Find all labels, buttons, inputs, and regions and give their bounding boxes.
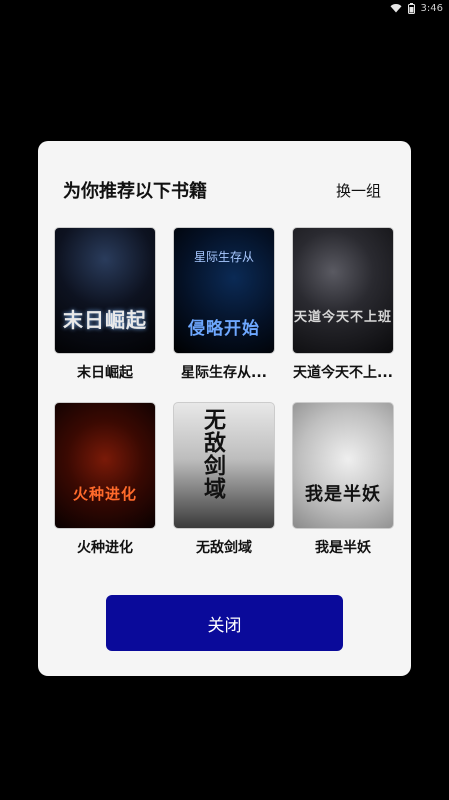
status-time: 3:46 (420, 2, 443, 14)
cover-subtitle: 星际生存从 (193, 250, 254, 264)
book-title: 天道今天不上... (293, 365, 393, 381)
book-card[interactable]: 无敌剑域 无敌剑域 (173, 402, 275, 557)
book-title: 我是半妖 (315, 540, 371, 556)
book-cover[interactable]: 火种进化 (54, 402, 156, 529)
book-cover[interactable]: 我是半妖 (292, 402, 394, 529)
cover-title: 天道今天不上班 (293, 310, 392, 325)
book-grid: 末日崛起 末日崛起 星际生存从 侵略开始 星际生存从... 天道今天不上班 天道… (54, 227, 394, 557)
book-title: 末日崛起 (77, 365, 133, 381)
book-cover[interactable]: 无敌剑域 (173, 402, 275, 529)
book-title: 星际生存从... (181, 365, 267, 381)
cover-title: 无敌剑域 (200, 408, 225, 500)
book-cover[interactable]: 末日崛起 (54, 227, 156, 354)
book-card[interactable]: 火种进化 火种进化 (54, 402, 156, 557)
cover-title: 我是半妖 (305, 484, 381, 505)
dialog-header: 为你推荐以下书籍 换一组 (63, 177, 381, 203)
wifi-icon (390, 3, 402, 13)
cover-title: 火种进化 (72, 485, 137, 503)
recommendation-dialog: 为你推荐以下书籍 换一组 末日崛起 末日崛起 星际生存从 侵略开始 星际生存从.… (38, 141, 411, 676)
cover-title: 侵略开始 (188, 319, 260, 339)
battery-icon (407, 2, 415, 14)
book-title: 火种进化 (77, 540, 133, 556)
book-card[interactable]: 我是半妖 我是半妖 (292, 402, 394, 557)
book-title: 无敌剑域 (196, 540, 252, 556)
refresh-button[interactable]: 换一组 (336, 180, 381, 201)
dialog-title: 为你推荐以下书籍 (63, 181, 207, 202)
book-card[interactable]: 末日崛起 末日崛起 (54, 227, 156, 382)
book-cover[interactable]: 星际生存从 侵略开始 (173, 227, 275, 354)
book-card[interactable]: 天道今天不上班 天道今天不上... (292, 227, 394, 382)
book-card[interactable]: 星际生存从 侵略开始 星际生存从... (173, 227, 275, 382)
status-bar: 3:46 (0, 0, 449, 16)
book-cover[interactable]: 天道今天不上班 (292, 227, 394, 354)
close-button[interactable]: 关闭 (106, 595, 343, 651)
cover-title: 末日崛起 (63, 308, 147, 332)
